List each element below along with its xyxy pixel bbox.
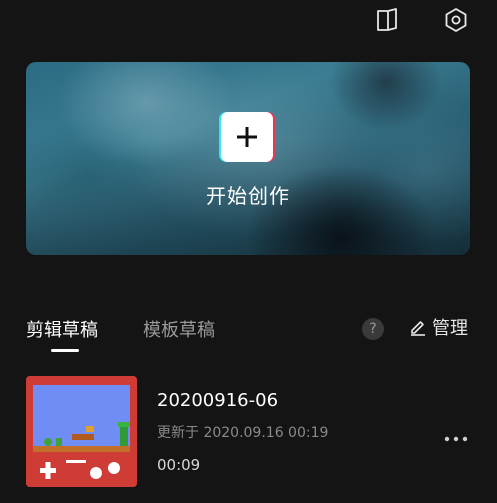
manage-label: 管理 bbox=[432, 318, 468, 339]
create-button[interactable] bbox=[219, 111, 275, 163]
settings-hexagon-icon[interactable] bbox=[442, 6, 470, 34]
draft-duration: 00:09 bbox=[157, 456, 201, 474]
top-bar bbox=[0, 0, 497, 45]
draft-tabs: 剪辑草稿 模板草稿 ? 管理 bbox=[0, 312, 497, 356]
edit-pencil-icon bbox=[411, 321, 425, 336]
book-icon[interactable] bbox=[373, 6, 401, 34]
draft-item[interactable]: 20200916-06 更新于 2020.09.16 00:19 00:09 bbox=[26, 374, 497, 489]
draft-title: 20200916-06 bbox=[157, 390, 279, 411]
draft-updated-time: 更新于 2020.09.16 00:19 bbox=[157, 425, 329, 441]
tab-template-drafts[interactable]: 模板草稿 bbox=[143, 316, 215, 342]
draft-thumbnail bbox=[26, 376, 137, 487]
more-dots-icon[interactable] bbox=[443, 428, 469, 442]
start-creating-card[interactable]: 开始创作 bbox=[26, 62, 470, 255]
create-label: 开始创作 bbox=[206, 184, 290, 208]
plus-icon bbox=[221, 112, 273, 162]
tab-indicator bbox=[51, 349, 79, 352]
help-icon[interactable]: ? bbox=[362, 318, 384, 340]
tab-edit-drafts[interactable]: 剪辑草稿 bbox=[26, 316, 98, 342]
manage-button[interactable]: 管理 bbox=[409, 314, 468, 340]
